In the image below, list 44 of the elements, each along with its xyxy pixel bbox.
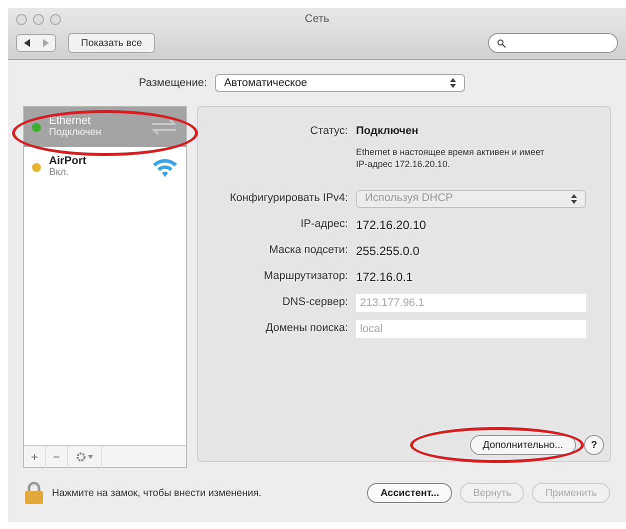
input-field[interactable]: local xyxy=(356,320,586,338)
field-value: 172.16.0.1 xyxy=(356,268,413,286)
back-forward-control[interactable] xyxy=(16,34,56,52)
search-icon xyxy=(497,38,506,48)
field-label: Маршрутизатор: xyxy=(262,269,348,284)
location-label: Размещение: xyxy=(138,76,208,91)
service-name: AirPort xyxy=(49,155,88,167)
list-button[interactable]: − xyxy=(46,446,68,468)
service-name: Ethernet xyxy=(49,115,92,127)
field-label: IP-адрес: xyxy=(300,217,348,232)
forward-arrow-icon[interactable] xyxy=(42,39,48,47)
field-value: 255.255.0.0 xyxy=(356,242,420,260)
window-control-icon[interactable] xyxy=(33,14,44,24)
stepper-arrows-icon xyxy=(450,78,456,88)
stepper-arrows-icon xyxy=(571,194,577,204)
search-field[interactable] xyxy=(488,33,618,53)
field-label: Конфигурировать IPv4: xyxy=(228,191,348,206)
show-all-button[interactable]: Показать все xyxy=(68,33,156,53)
service-item[interactable]: AirPort Вкл. xyxy=(24,147,186,187)
field-value: 172.16.20.10 xyxy=(356,216,426,234)
field-label: Домены поиска: xyxy=(264,321,348,336)
input-field[interactable]: 213.177.96.1 xyxy=(356,294,586,312)
footer-button[interactable]: Ассистент... xyxy=(367,483,452,503)
field-label: DNS-сервер: xyxy=(281,295,348,310)
help-button[interactable]: ? xyxy=(584,435,604,455)
wifi-icon xyxy=(152,156,178,178)
lock-hint: Нажмите на замок, чтобы внести изменения. xyxy=(52,486,262,500)
location-dropdown[interactable]: Автоматическое xyxy=(215,74,466,92)
window-title: Сеть xyxy=(304,12,330,27)
list-button[interactable]: + xyxy=(24,446,46,468)
window-control-icon[interactable] xyxy=(50,14,61,24)
status-description: Ethernet в настоящее время активен и имеет IP-адрес 172.16.20.10. xyxy=(356,146,546,170)
field-label: Маска подсети: xyxy=(268,243,348,258)
window-control-icon[interactable] xyxy=(16,14,27,24)
service-status: Вкл. xyxy=(49,167,70,179)
lock-icon[interactable] xyxy=(24,481,44,505)
gear-icon xyxy=(76,452,86,462)
back-arrow-icon[interactable] xyxy=(24,39,30,47)
status-value: Подключен xyxy=(356,124,420,139)
caret-icon xyxy=(88,454,93,458)
arrows-icon xyxy=(150,119,178,135)
status-label: Статус: xyxy=(309,124,348,139)
service-status: Подключен xyxy=(49,127,102,139)
advanced-button[interactable]: Дополнительно... xyxy=(470,435,576,455)
